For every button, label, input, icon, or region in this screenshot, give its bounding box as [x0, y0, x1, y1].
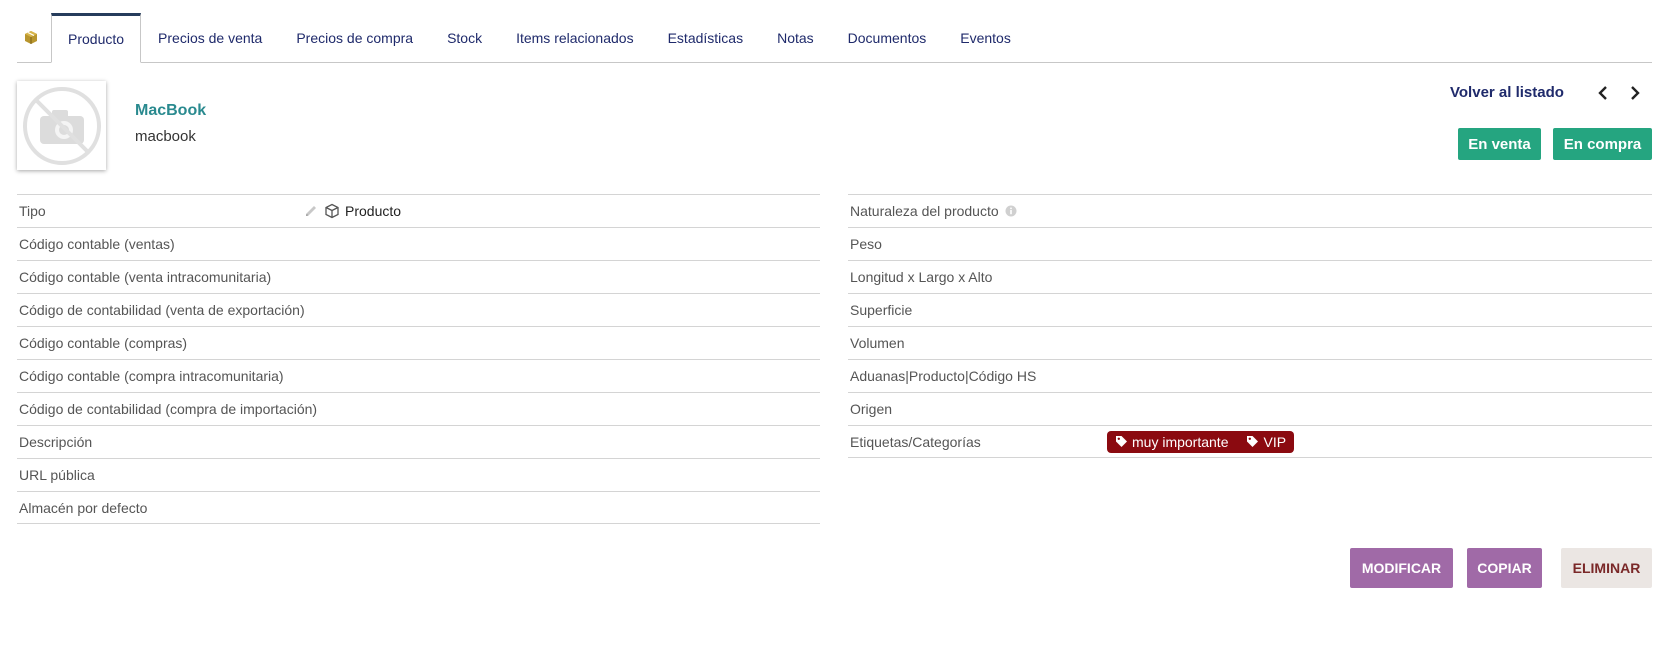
- field-row-accounting-sales-intra: Código contable (venta intracomunitaria): [17, 260, 820, 293]
- field-label: URL pública: [19, 467, 95, 483]
- back-to-list-link[interactable]: Volver al listado: [1450, 84, 1564, 101]
- field-row-tags-categories: Etiquetas/Categorías muy importante VIP: [848, 425, 1652, 458]
- field-row-accounting-purchases-import: Código de contabilidad (compra de import…: [17, 392, 820, 425]
- field-row-accounting-purchases-intra: Código contable (compra intracomunitaria…: [17, 359, 820, 392]
- left-fields-table: Tipo Producto Código contable (ventas) C…: [17, 194, 820, 524]
- field-label: Almacén por defecto: [19, 499, 148, 516]
- tab-documentos[interactable]: Documentos: [831, 13, 944, 62]
- modify-button[interactable]: MODIFICAR: [1350, 548, 1453, 588]
- tag-label: VIP: [1263, 433, 1287, 450]
- field-label: Peso: [850, 236, 882, 252]
- field-row-dimensions: Longitud x Largo x Alto: [848, 260, 1652, 293]
- field-label: Descripción: [19, 434, 93, 450]
- delete-button[interactable]: ELIMINAR: [1561, 548, 1652, 588]
- tag-chip[interactable]: VIP: [1242, 434, 1290, 450]
- field-label: Código de contabilidad (venta de exporta…: [19, 302, 305, 318]
- field-row-product-nature: Naturaleza del producto: [848, 194, 1652, 227]
- product-ref: macbook: [135, 128, 196, 145]
- info-icon[interactable]: [1005, 205, 1017, 217]
- field-label: Aduanas|Producto|Código HS: [850, 368, 1037, 384]
- status-on-sale-badge[interactable]: En venta: [1458, 128, 1541, 160]
- field-row-surface: Superficie: [848, 293, 1652, 326]
- field-row-accounting-purchases: Código contable (compras): [17, 326, 820, 359]
- product-photo-placeholder[interactable]: [17, 81, 106, 170]
- right-fields-table: Naturaleza del producto Peso Longitud x …: [848, 194, 1652, 458]
- no-photo-icon: [22, 86, 101, 165]
- field-value: Producto: [303, 203, 401, 219]
- field-label: Tipo: [19, 203, 46, 219]
- field-label: Naturaleza del producto: [850, 203, 999, 219]
- field-label: Volumen: [850, 335, 905, 351]
- field-row-default-warehouse: Almacén por defecto: [17, 491, 820, 524]
- field-row-accounting-sales-export: Código de contabilidad (venta de exporta…: [17, 293, 820, 326]
- next-icon[interactable]: [1626, 83, 1644, 103]
- field-row-volume: Volumen: [848, 326, 1652, 359]
- field-label: Etiquetas/Categorías: [850, 433, 981, 450]
- tab-producto[interactable]: Producto: [51, 13, 142, 63]
- field-label: Longitud x Largo x Alto: [850, 269, 993, 285]
- field-row-tipo: Tipo Producto: [17, 194, 820, 227]
- tab-stock[interactable]: Stock: [430, 13, 499, 62]
- field-row-public-url: URL pública: [17, 458, 820, 491]
- field-label: Código contable (compras): [19, 335, 188, 351]
- tab-estadisticas[interactable]: Estadísticas: [651, 13, 760, 62]
- tag-label: muy importante: [1132, 433, 1229, 450]
- field-row-accounting-sales: Código contable (ventas): [17, 227, 820, 260]
- tab-items-relacionados[interactable]: Items relacionados: [499, 13, 651, 62]
- field-row-weight: Peso: [848, 227, 1652, 260]
- tag-icon: [1247, 436, 1259, 447]
- field-label: Código de contabilidad (compra de import…: [19, 401, 318, 417]
- field-label: Código contable (ventas): [19, 236, 175, 252]
- copy-button[interactable]: COPIAR: [1467, 548, 1542, 588]
- tab-precios-compra[interactable]: Precios de compra: [279, 13, 430, 62]
- previous-icon[interactable]: [1594, 83, 1612, 103]
- field-label: Superficie: [850, 302, 913, 318]
- field-label: Origen: [850, 401, 893, 417]
- tab-precios-venta[interactable]: Precios de venta: [141, 13, 279, 62]
- field-row-origin: Origen: [848, 392, 1652, 425]
- edit-pencil-icon[interactable]: [303, 203, 319, 219]
- product-module-icon[interactable]: [17, 13, 51, 62]
- tag-icon: [1116, 436, 1127, 447]
- tab-notas[interactable]: Notas: [760, 13, 831, 62]
- field-row-description: Descripción: [17, 425, 820, 458]
- product-type-value: Producto: [345, 203, 402, 219]
- tab-bar: Producto Precios de venta Precios de com…: [17, 13, 1652, 63]
- tag-chip[interactable]: muy importante: [1111, 434, 1232, 450]
- product-box-icon: [325, 203, 339, 219]
- tab-eventos[interactable]: Eventos: [943, 13, 1028, 62]
- product-label: MacBook: [135, 102, 207, 119]
- field-label: Código contable (compra intracomunitaria…: [19, 368, 284, 384]
- tags-box: muy importante VIP: [1107, 430, 1295, 453]
- field-value: muy importante VIP: [1107, 430, 1295, 453]
- field-label: Código contable (venta intracomunitaria): [19, 269, 272, 285]
- status-on-purchase-badge[interactable]: En compra: [1553, 128, 1652, 160]
- field-row-customs-hs-code: Aduanas|Producto|Código HS: [848, 359, 1652, 392]
